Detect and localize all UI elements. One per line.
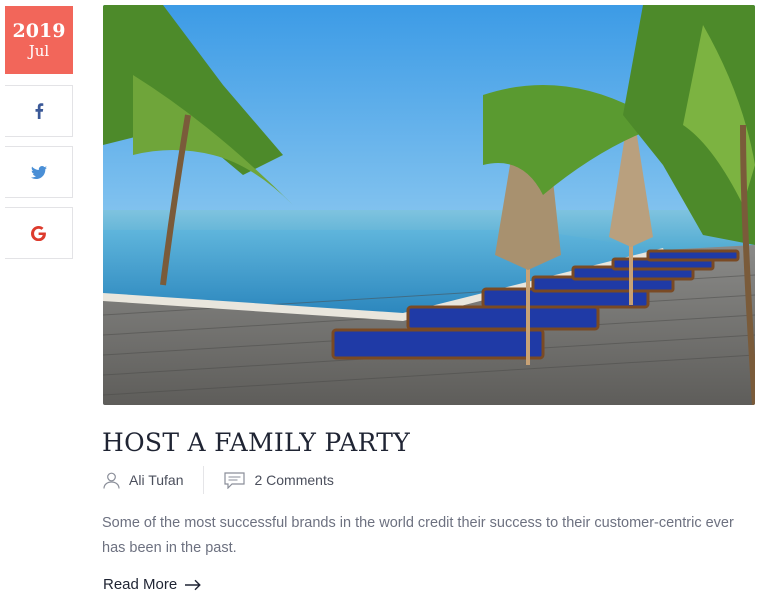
post-meta: Ali Tufan 2 Comments — [103, 466, 334, 494]
twitter-icon — [30, 165, 47, 179]
google-icon — [31, 225, 46, 241]
post-author[interactable]: Ali Tufan — [103, 472, 183, 489]
user-icon — [103, 472, 120, 489]
share-google-button[interactable] — [5, 207, 73, 259]
date-month: Jul — [28, 42, 50, 60]
post-excerpt: Some of the most successful brands in th… — [102, 515, 734, 556]
arrow-right-icon — [185, 579, 202, 590]
share-twitter-button[interactable] — [5, 146, 73, 198]
read-more-link[interactable]: Read More — [103, 576, 202, 593]
comment-icon — [224, 471, 246, 489]
facebook-icon — [35, 103, 43, 119]
post-comments[interactable]: 2 Comments — [224, 471, 334, 489]
post-date-badge: 2019 Jul — [5, 6, 73, 74]
share-facebook-button[interactable] — [5, 85, 73, 137]
read-more-label[interactable]: Read More — [103, 576, 177, 593]
author-name[interactable]: Ali Tufan — [129, 472, 183, 488]
meta-divider — [203, 466, 205, 494]
post-featured-image[interactable] — [103, 5, 755, 405]
post-title[interactable]: HOST A FAMILY PARTY — [102, 428, 410, 457]
comment-count[interactable]: 2 Comments — [254, 472, 333, 488]
resort-pool-photo — [103, 5, 755, 405]
date-year: 2019 — [12, 20, 66, 42]
